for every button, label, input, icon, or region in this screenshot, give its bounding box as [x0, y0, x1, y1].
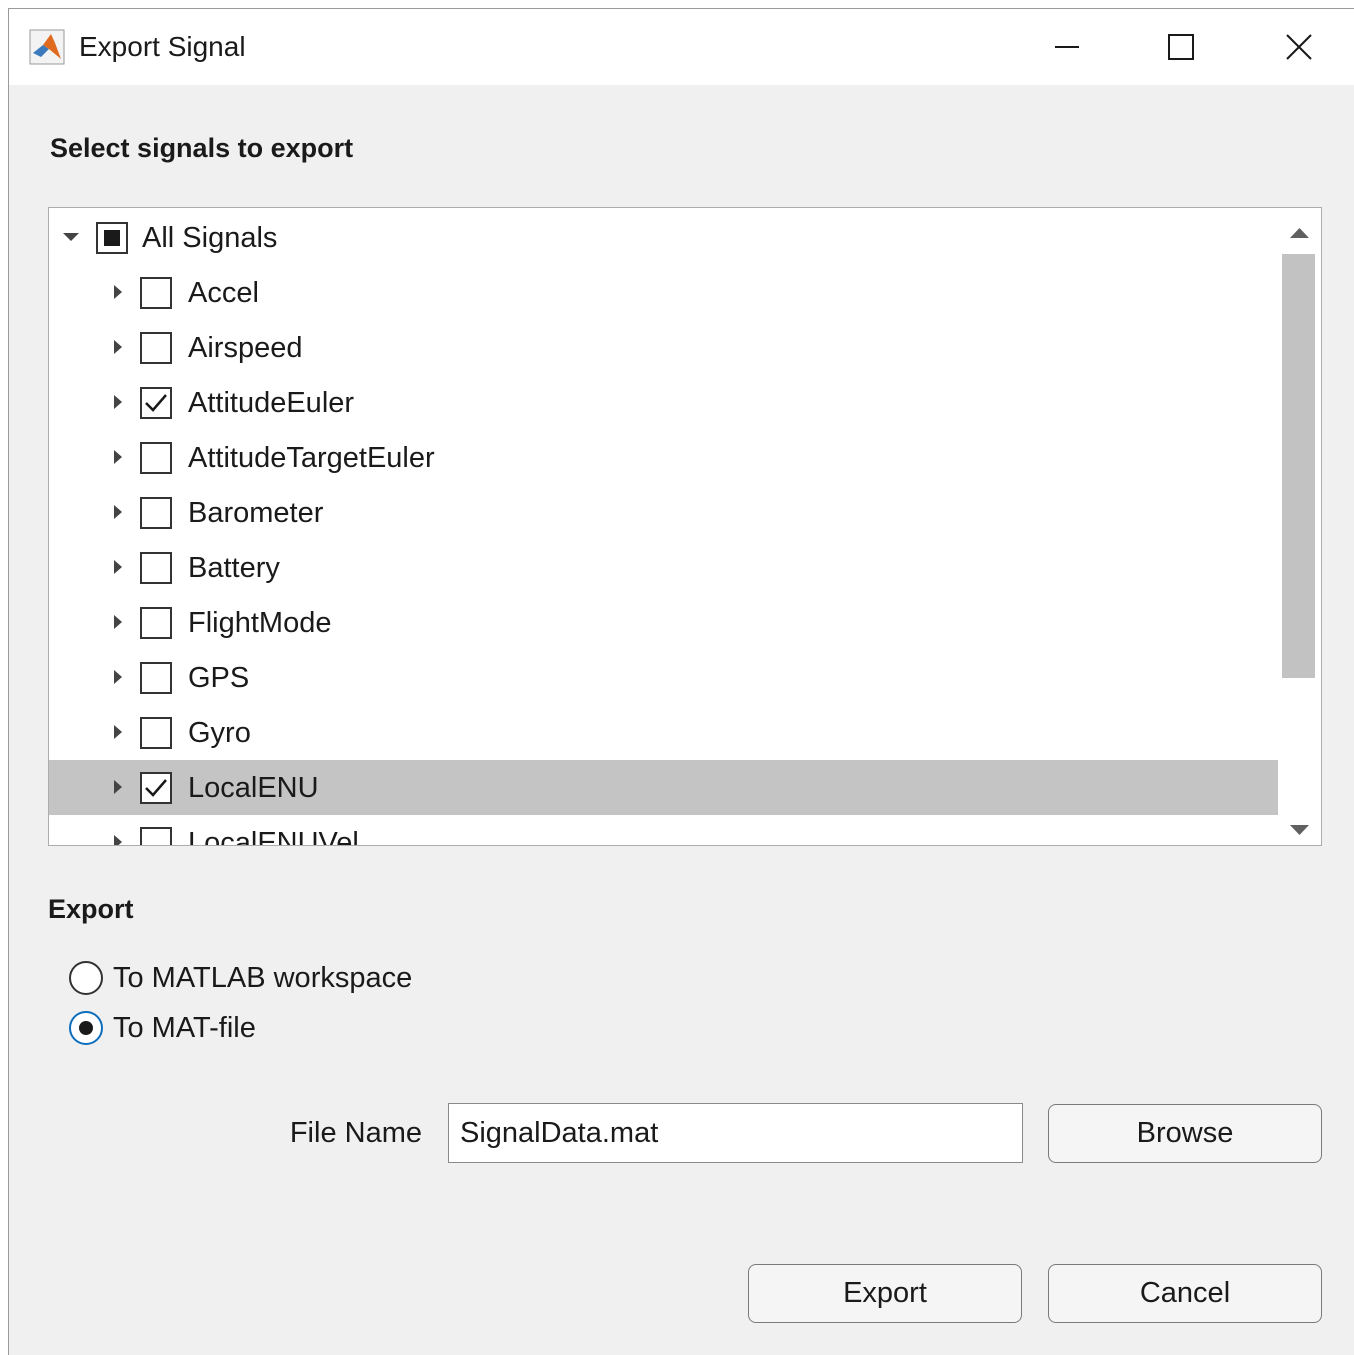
maximize-button[interactable] — [1153, 23, 1209, 71]
window-title: Export Signal — [79, 31, 246, 62]
tree-row[interactable]: AttitudeTargetEuler — [49, 430, 1278, 485]
signal-checkbox[interactable] — [140, 387, 172, 419]
signal-label: FlightMode — [188, 607, 332, 639]
scroll-down-arrow-icon[interactable] — [1278, 805, 1321, 845]
radio-workspace-label: To MATLAB workspace — [113, 962, 413, 994]
cancel-button[interactable]: Cancel — [1048, 1264, 1322, 1323]
matlab-logo-icon — [29, 29, 65, 65]
signal-label: AttitudeEuler — [188, 387, 355, 419]
expand-right-icon[interactable] — [109, 265, 129, 320]
expand-right-icon[interactable] — [109, 650, 129, 705]
signal-checkbox[interactable] — [140, 552, 172, 584]
signal-label: GPS — [188, 662, 250, 694]
minimize-button[interactable] — [1039, 23, 1095, 71]
expand-right-icon[interactable] — [109, 760, 129, 815]
scroll-up-arrow-icon[interactable] — [1278, 208, 1321, 248]
signal-checkbox[interactable] — [140, 442, 172, 474]
select-signals-heading: Select signals to export — [50, 133, 354, 163]
signal-checkbox[interactable] — [140, 497, 172, 529]
signal-label: Battery — [188, 552, 280, 584]
tree-row[interactable]: Gyro — [49, 705, 1278, 760]
signal-label: LocalENU — [188, 772, 319, 804]
file-name-input[interactable] — [448, 1103, 1023, 1163]
export-button[interactable]: Export — [748, 1264, 1022, 1323]
scroll-thumb[interactable] — [1282, 254, 1315, 678]
expand-right-icon[interactable] — [109, 595, 129, 650]
expand-right-icon[interactable] — [109, 540, 129, 595]
tree-row[interactable]: Barometer — [49, 485, 1278, 540]
expand-right-icon[interactable] — [109, 375, 129, 430]
tree-row[interactable]: LocalENU — [49, 760, 1278, 815]
tree-row[interactable]: LocalENUVel — [49, 815, 1278, 845]
tree-row[interactable]: AttitudeEuler — [49, 375, 1278, 430]
tree-row-all-signals[interactable]: All Signals — [49, 210, 1278, 265]
tree-row[interactable]: GPS — [49, 650, 1278, 705]
expand-right-icon[interactable] — [109, 430, 129, 485]
radio-workspace-circle[interactable] — [69, 961, 103, 995]
signal-checkbox[interactable] — [140, 772, 172, 804]
signal-label: LocalENUVel — [188, 827, 359, 845]
file-name-label: File Name — [289, 1117, 422, 1149]
expand-right-icon[interactable] — [109, 320, 129, 375]
checkmark-icon — [145, 394, 167, 412]
expand-down-icon[interactable] — [61, 210, 81, 265]
all-signals-label: All Signals — [142, 222, 278, 254]
browse-button[interactable]: Browse — [1048, 1104, 1322, 1163]
close-icon — [1286, 34, 1312, 60]
signal-label: Gyro — [188, 717, 251, 749]
signal-checkbox[interactable] — [140, 332, 172, 364]
signal-label: Airspeed — [188, 332, 303, 364]
signal-tree-rows: All Signals Accel Airspeed AttitudeEuler At… — [49, 208, 1278, 845]
signal-label: Barometer — [188, 497, 324, 529]
signal-checkbox[interactable] — [140, 607, 172, 639]
expand-right-icon[interactable] — [109, 485, 129, 540]
radio-matfile-circle[interactable] — [69, 1011, 103, 1045]
export-heading: Export — [48, 894, 134, 924]
tree-row[interactable]: Accel — [49, 265, 1278, 320]
all-signals-checkbox[interactable] — [96, 222, 128, 254]
signal-checkbox[interactable] — [140, 277, 172, 309]
close-window-button[interactable] — [1271, 23, 1327, 71]
signal-label: Accel — [188, 277, 259, 309]
radio-matfile-label: To MAT-file — [113, 1012, 256, 1044]
expand-right-icon[interactable] — [109, 705, 129, 760]
signal-tree[interactable]: All Signals Accel Airspeed AttitudeEuler At… — [48, 207, 1322, 846]
tree-scrollbar[interactable] — [1278, 208, 1321, 845]
tree-row[interactable]: Battery — [49, 540, 1278, 595]
signal-checkbox[interactable] — [140, 662, 172, 694]
checkmark-icon — [145, 779, 167, 797]
signal-label: AttitudeTargetEuler — [188, 442, 435, 474]
tree-row[interactable]: FlightMode — [49, 595, 1278, 650]
signal-checkbox[interactable] — [140, 717, 172, 749]
export-signal-dialog: Export Signal Select signals to export A… — [8, 8, 1354, 1355]
tree-row[interactable]: Airspeed — [49, 320, 1278, 375]
expand-right-icon[interactable] — [109, 815, 129, 845]
title-bar[interactable]: Export Signal — [9, 9, 1354, 85]
signal-checkbox[interactable] — [140, 827, 172, 845]
